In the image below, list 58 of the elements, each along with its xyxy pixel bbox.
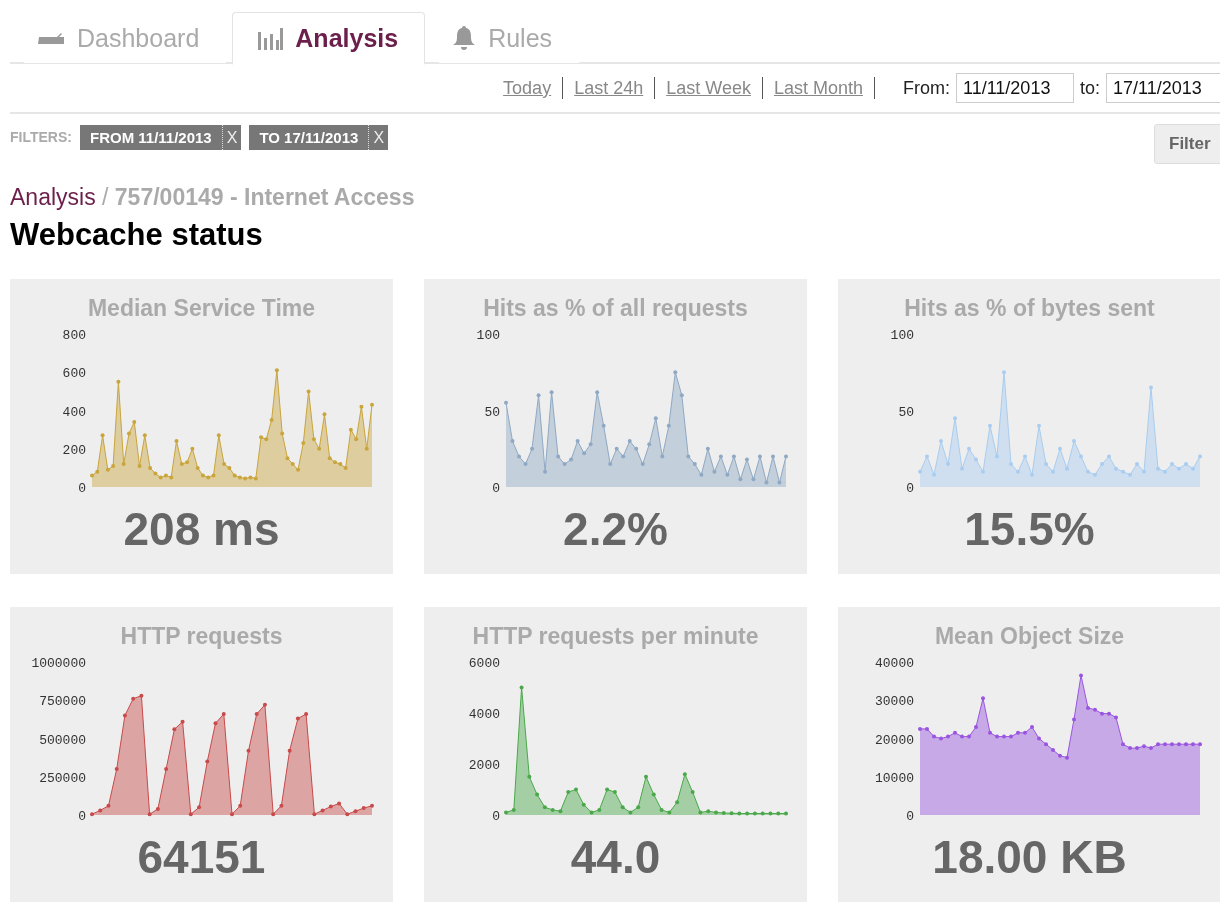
- quick-range-link[interactable]: Last Month: [762, 77, 875, 99]
- metric-value: 208 ms: [123, 502, 280, 556]
- nav-tab[interactable]: Analysis: [232, 12, 426, 65]
- axis-tick-label: 750000: [38, 694, 86, 710]
- metric-value: 18.00 KB: [932, 830, 1127, 884]
- card-title: Hits as % of bytes sent: [904, 295, 1155, 322]
- dashboard-icon: [37, 31, 65, 45]
- bar-chart-icon: [257, 26, 284, 50]
- bell-icon: [452, 25, 477, 51]
- axis-tick-label: 2000: [468, 758, 500, 773]
- axis-tick-label: 100: [890, 328, 914, 343]
- remove-filter-button[interactable]: X: [368, 125, 389, 150]
- quick-range-link[interactable]: Last 24h: [563, 77, 656, 99]
- card-title: Mean Object Size: [934, 623, 1125, 650]
- axis-tick-label: 600: [62, 366, 86, 382]
- metric-value: 64151: [137, 830, 266, 884]
- to-label: to:: [1080, 77, 1100, 99]
- filters-label: FILTERS:: [10, 129, 72, 145]
- axis-tick-label: 0: [905, 809, 914, 824]
- axis-tick-label: 250000: [38, 770, 86, 786]
- breadcrumb-link[interactable]: Analysis: [10, 184, 96, 210]
- axis-tick-label: 800: [62, 328, 86, 343]
- axis-tick-label: 50: [483, 404, 500, 420]
- card-title: HTTP requests per minute: [472, 623, 759, 650]
- axis-tick-label: 0: [905, 481, 914, 496]
- card-title: HTTP requests: [120, 623, 283, 650]
- axis-tick-label: 40000: [874, 656, 914, 671]
- filter-tag-text: TO 17/11/2013: [258, 129, 360, 146]
- metric-value: 15.5%: [964, 502, 1095, 556]
- card-title: Hits as % of all requests: [483, 295, 748, 322]
- axis-tick-label: 30000: [874, 694, 914, 710]
- axis-tick-label: 10000: [874, 770, 914, 786]
- breadcrumb-current: / 757/00149 - Internet Access: [101, 184, 415, 210]
- from-label: From:: [903, 77, 950, 99]
- card-title: Median Service Time: [87, 295, 316, 322]
- remove-filter-button[interactable]: X: [221, 125, 242, 150]
- quick-range-link[interactable]: Last Week: [655, 77, 763, 99]
- axis-tick-label: 50: [897, 404, 914, 420]
- axis-tick-label: 1000000: [30, 656, 86, 671]
- axis-tick-label: 200: [62, 442, 86, 458]
- quick-range-link[interactable]: Today: [492, 77, 564, 99]
- axis-tick-label: 20000: [874, 732, 914, 748]
- axis-tick-label: 100: [476, 328, 500, 343]
- axis-tick-label: 0: [491, 809, 500, 824]
- axis-tick-label: 0: [491, 481, 500, 496]
- filter-button[interactable]: Filter: [1154, 124, 1220, 164]
- metric-value: 44.0: [570, 830, 661, 884]
- to-date-field[interactable]: 17/11/2013: [1106, 73, 1220, 103]
- axis-tick-label: 0: [77, 809, 86, 824]
- axis-tick-label: 0: [77, 481, 86, 496]
- filter-tag-text: FROM 11/11/2013: [88, 129, 213, 146]
- axis-tick-label: 4000: [468, 707, 500, 722]
- page-title: Webcache status: [10, 217, 264, 253]
- axis-tick-label: 6000: [468, 656, 500, 671]
- axis-tick-label: 500000: [38, 732, 86, 748]
- metric-value: 2.2%: [563, 502, 668, 556]
- axis-tick-label: 400: [62, 404, 86, 420]
- from-date-field[interactable]: 11/11/2013: [956, 73, 1074, 103]
